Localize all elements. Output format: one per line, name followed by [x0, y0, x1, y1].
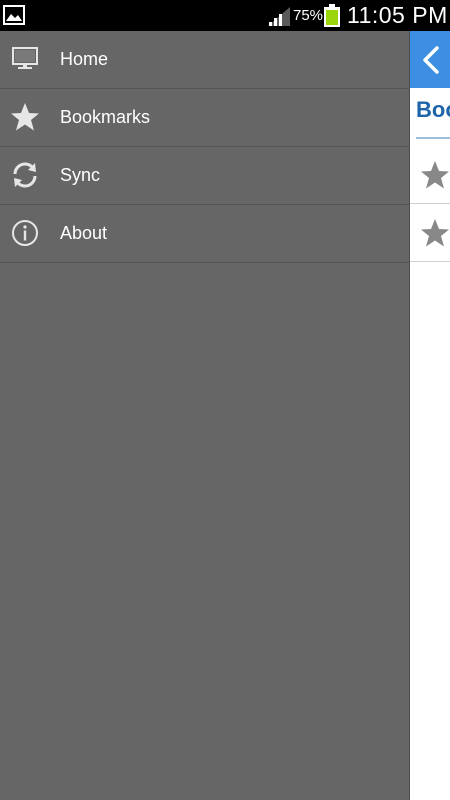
star-icon: [421, 219, 449, 247]
drawer-item-label: Sync: [60, 165, 101, 185]
battery-percent: 75%: [293, 7, 324, 24]
content-title: Boo: [416, 97, 450, 122]
list-item[interactable]: [410, 146, 450, 204]
star-icon: [421, 161, 449, 189]
navigation-drawer: Home Bookmarks Sync About: [0, 31, 410, 800]
drawer-item-label: Home: [60, 49, 109, 69]
drawer-item-about[interactable]: About: [0, 205, 409, 263]
battery-icon: [324, 4, 340, 27]
clock: 11:05 PM: [347, 2, 448, 28]
drawer-item-label: Bookmarks: [60, 107, 151, 127]
gallery-icon: [3, 5, 25, 25]
sync-icon: [13, 162, 37, 188]
monitor-icon: [12, 47, 38, 69]
list-item[interactable]: [410, 204, 450, 262]
info-icon: [12, 220, 38, 246]
status-bar: 75% 11:05 PM: [0, 0, 450, 31]
signal-icon: [268, 7, 290, 26]
content-page: Boo: [410, 31, 450, 800]
chevron-left-icon[interactable]: [420, 45, 442, 75]
content-action-bar: [410, 31, 450, 88]
drawer-item-bookmarks[interactable]: Bookmarks: [0, 89, 409, 147]
content-divider: [416, 137, 450, 139]
drawer-item-sync[interactable]: Sync: [0, 147, 409, 205]
drawer-item-label: About: [60, 223, 108, 243]
star-icon: [11, 103, 39, 131]
drawer-item-home[interactable]: Home: [0, 31, 409, 89]
